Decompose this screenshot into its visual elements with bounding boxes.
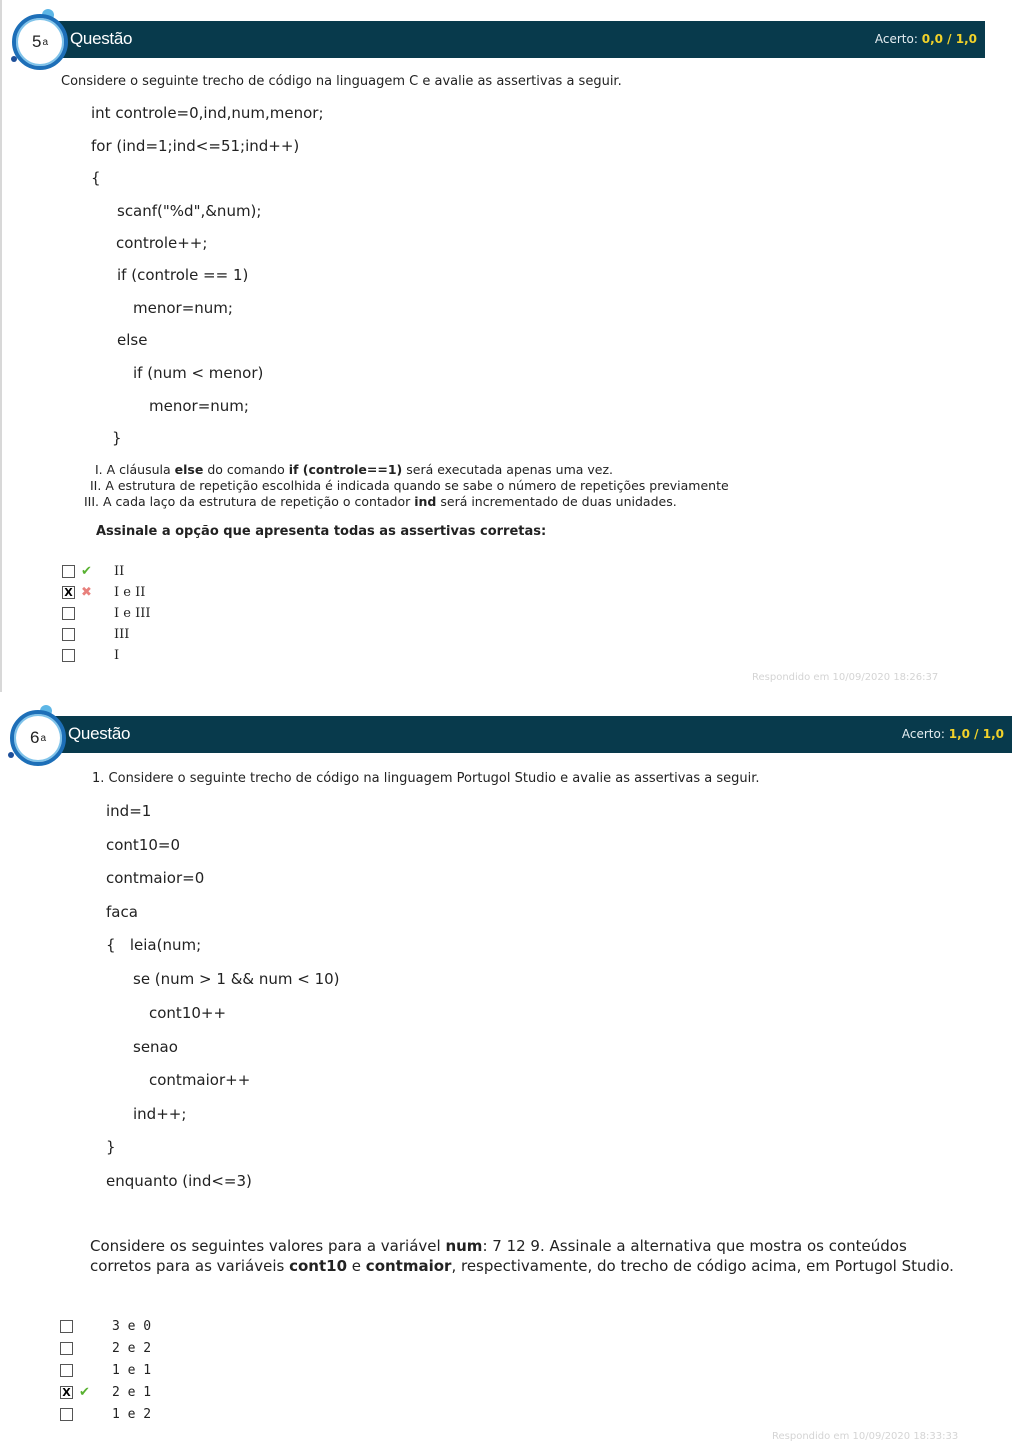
code-line: { leia(num; <box>106 936 202 954</box>
code-line: menor=num; <box>133 299 233 317</box>
question-prompt: 1. Considere o seguinte trecho de código… <box>92 771 760 786</box>
question-ordinal: a <box>40 732 47 744</box>
assertion-keyword: ind <box>414 494 437 509</box>
question-number: 6 <box>29 728 40 747</box>
question-5-card: Questão Acerto: 0,0 / 1,0 5a Considere o… <box>0 0 1024 692</box>
code-line: cont10++ <box>149 1004 227 1022</box>
assertion-text: será incrementado de duas unidades. <box>436 494 677 509</box>
question-description: Considere os seguintes valores para a va… <box>90 1237 970 1276</box>
checkbox[interactable] <box>60 1364 73 1377</box>
option-label: 1 e 1 <box>112 1363 152 1378</box>
checkbox-checked[interactable]: X <box>60 1386 73 1399</box>
question-title: Questão <box>70 29 133 48</box>
question-prompt: Considere o seguinte trecho de código na… <box>61 74 622 89</box>
code-line: int controle=0,ind,num,menor; <box>91 104 324 122</box>
assertion-text: A cada laço da estrutura de repetição o … <box>103 494 415 509</box>
question-6-card: Questão Acerto: 1,0 / 1,0 6a 1. Consider… <box>0 700 1024 1442</box>
code-line: } <box>112 429 122 447</box>
score-separator: / <box>969 727 983 741</box>
checkbox[interactable] <box>60 1342 73 1355</box>
score-value: 0,0 <box>921 32 943 46</box>
checkbox[interactable] <box>62 649 75 662</box>
assertion-number: I. <box>95 462 103 477</box>
code-line: menor=num; <box>149 397 249 415</box>
description-keyword: cont10 <box>289 1256 348 1275</box>
score-value: 1,0 <box>948 727 970 741</box>
code-line: { <box>91 169 101 187</box>
assertion-text: A estrutura de repetição escolhida é ind… <box>105 478 729 493</box>
code-line: else <box>117 331 148 349</box>
code-line: scanf("%d",&num); <box>117 202 262 220</box>
correct-check-icon: ✔ <box>79 1385 90 1400</box>
score-separator: / <box>942 32 956 46</box>
code-line: } <box>106 1138 116 1156</box>
question-ordinal: a <box>42 36 49 48</box>
description-keyword: num <box>445 1237 483 1255</box>
description-keyword: contmaior <box>365 1256 452 1275</box>
code-line: if (num < menor) <box>133 364 264 382</box>
code-line: contmaior=0 <box>106 869 205 887</box>
code-line: contmaior++ <box>149 1071 251 1089</box>
correct-check-icon: ✔ <box>81 564 92 579</box>
answered-timestamp: Respondido em 10/09/2020 18:26:37 <box>752 672 939 683</box>
description-text: e <box>347 1256 366 1275</box>
option-label: I e III <box>114 606 151 621</box>
question-number-badge: 6a <box>10 710 66 766</box>
score: Acerto: 1,0 / 1,0 <box>902 727 1004 741</box>
code-line: for (ind=1;ind<=51;ind++) <box>91 137 300 155</box>
assertion-number: III. <box>84 494 100 509</box>
code-line: faca <box>106 903 138 921</box>
code-line: controle++; <box>116 234 208 252</box>
score-label: Acerto: <box>874 32 918 46</box>
wrong-x-icon: ✖ <box>81 585 92 600</box>
code-line: if (controle == 1) <box>117 266 249 284</box>
assertion-keyword: if (controle==1) <box>288 462 403 477</box>
option-label: 3 e 0 <box>112 1319 152 1334</box>
checkbox[interactable] <box>62 565 75 578</box>
description-text: , respectivamente, do trecho de código a… <box>451 1256 954 1275</box>
checkbox[interactable] <box>60 1320 73 1333</box>
checkbox[interactable] <box>60 1408 73 1421</box>
code-line: senao <box>133 1038 178 1056</box>
assertion-3: III. A cada laço da estrutura de repetiç… <box>84 494 677 511</box>
assertion-1: I. A cláusula else do comando if (contro… <box>95 462 613 479</box>
option-label: II <box>114 564 125 579</box>
checkbox[interactable] <box>62 628 75 641</box>
option-label: 2 e 1 <box>112 1385 152 1400</box>
option-label: 2 e 2 <box>112 1341 152 1356</box>
code-line: ind++; <box>133 1105 187 1123</box>
code-line: enquanto (ind<=3) <box>106 1172 252 1190</box>
assertion-text: A cláusula <box>106 462 175 477</box>
question-header: Questão Acerto: 1,0 / 1,0 <box>42 716 1012 753</box>
question-title: Questão <box>68 724 131 743</box>
score: Acerto: 0,0 / 1,0 <box>875 32 977 46</box>
assertion-2: II. A estrutura de repetição escolhida é… <box>90 478 729 495</box>
score-label: Acerto: <box>901 727 945 741</box>
option-label: I e II <box>114 585 146 600</box>
option-label: III <box>114 627 130 642</box>
assertion-keyword: else <box>174 462 204 477</box>
answered-timestamp: Respondido em 10/09/2020 18:33:33 <box>772 1431 959 1442</box>
description-text: Considere os seguintes valores para a va… <box>90 1237 446 1255</box>
question-number-badge: 5a <box>12 14 68 70</box>
assertion-number: II. <box>90 478 102 493</box>
option-label: 1 e 2 <box>112 1407 152 1422</box>
code-line: se (num > 1 && num < 10) <box>133 970 340 988</box>
checkbox[interactable] <box>62 607 75 620</box>
question-number: 5 <box>31 32 42 51</box>
question-instruction: Assinale a opção que apresenta todas as … <box>96 524 547 539</box>
question-header: Questão Acerto: 0,0 / 1,0 <box>44 21 985 58</box>
option-label: I <box>114 648 120 663</box>
score-max: 1,0 <box>955 32 977 46</box>
score-max: 1,0 <box>982 727 1004 741</box>
checkbox-checked[interactable]: X <box>62 586 75 599</box>
assertion-text: do comando <box>203 462 289 477</box>
code-line: ind=1 <box>106 802 152 820</box>
assertion-text: será executada apenas uma vez. <box>402 462 614 477</box>
code-line: cont10=0 <box>106 836 181 854</box>
decorative-bubble <box>8 752 14 758</box>
